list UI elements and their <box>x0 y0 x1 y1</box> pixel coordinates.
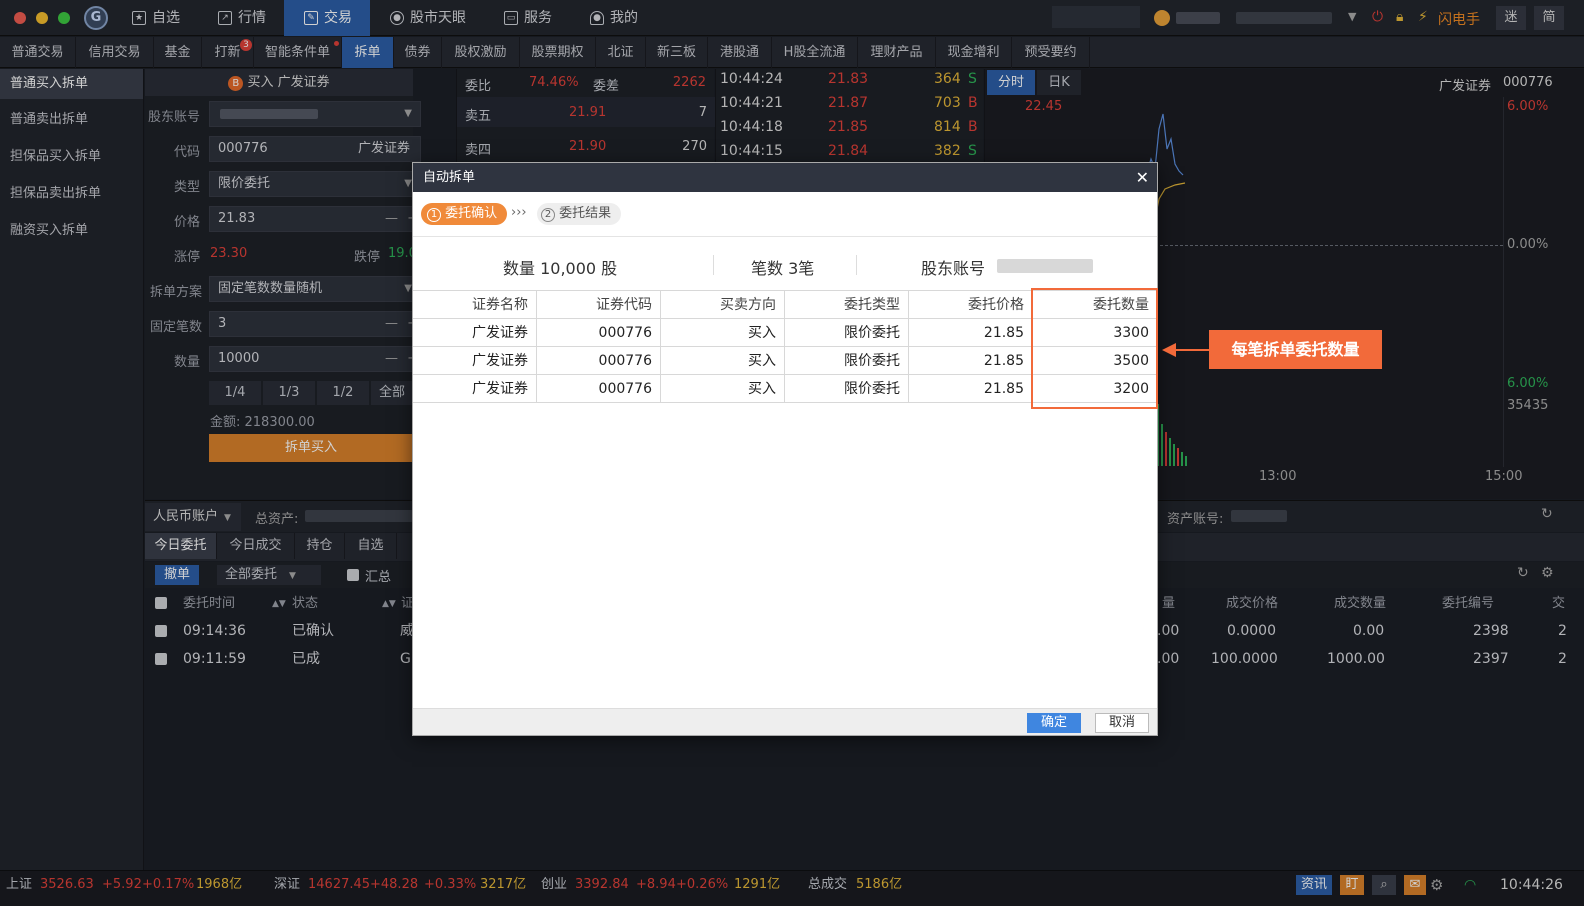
step-2-icon: 2 <box>541 208 555 222</box>
dialog-header: 自动拆单 ✕ <box>413 163 1157 192</box>
step-result: 2 委托结果 <box>537 203 621 225</box>
step-2-label: 委托结果 <box>559 206 612 221</box>
cell-direction: 买入 <box>661 319 785 347</box>
dialog-title: 自动拆单 <box>423 170 476 185</box>
cell-direction: 买入 <box>661 375 785 403</box>
cell-security-name: 广发证券 <box>413 319 537 347</box>
app-window: G ★ 自选 ↗ 行情 ✎ 交易 ● 股市天眼 ▭ 服务 ● 我的 ▼ ⏻ 🔒︎ ⚡︎ 闪电… <box>0 0 1584 906</box>
cell-security-code: 000776 <box>537 375 661 403</box>
col-security-name: 证券名称 <box>413 291 537 319</box>
summary-divider <box>713 255 714 275</box>
summary-account-redacted <box>997 259 1093 273</box>
step-arrows-icon: ››› <box>511 205 527 220</box>
cell-order-type: 限价委托 <box>785 347 909 375</box>
annotation-callout: 每笔拆单委托数量 <box>1209 330 1382 369</box>
dialog-footer: 确定 取消 <box>413 708 1157 735</box>
summary-count: 笔数 3笔 <box>751 259 815 278</box>
cell-security-code: 000776 <box>537 347 661 375</box>
cell-order-price: 21.85 <box>909 375 1033 403</box>
summary-divider <box>856 255 857 275</box>
summary-quantity: 数量 10,000 股 <box>503 259 618 278</box>
col-security-code: 证券代码 <box>537 291 661 319</box>
col-order-price: 委托价格 <box>909 291 1033 319</box>
dialog-divider <box>413 236 1157 237</box>
cell-order-type: 限价委托 <box>785 375 909 403</box>
cell-order-price: 21.85 <box>909 319 1033 347</box>
step-confirm: 1 委托确认 <box>421 203 507 225</box>
cell-security-code: 000776 <box>537 319 661 347</box>
cell-order-type: 限价委托 <box>785 319 909 347</box>
cell-order-price: 21.85 <box>909 347 1033 375</box>
cell-security-name: 广发证券 <box>413 375 537 403</box>
close-icon[interactable]: ✕ <box>1136 163 1149 192</box>
col-direction: 买卖方向 <box>661 291 785 319</box>
cancel-button[interactable]: 取消 <box>1095 713 1149 733</box>
step-1-icon: 1 <box>427 208 441 222</box>
confirm-button[interactable]: 确定 <box>1027 713 1081 733</box>
cell-security-name: 广发证券 <box>413 347 537 375</box>
summary-account-label: 股东账号 <box>921 259 986 278</box>
quantity-highlight-box <box>1031 288 1158 409</box>
cell-direction: 买入 <box>661 347 785 375</box>
auto-split-dialog: 自动拆单 ✕ 1 委托确认 ››› 2 委托结果 数量 10,000 股 笔数 … <box>412 162 1158 736</box>
annotation-arrow-icon <box>1162 343 1210 357</box>
col-order-type: 委托类型 <box>785 291 909 319</box>
step-1-label: 委托确认 <box>445 206 498 221</box>
